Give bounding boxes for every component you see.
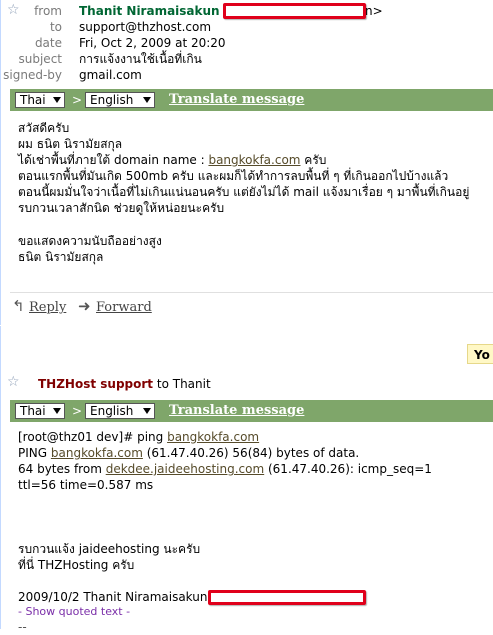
body-text: PING: [18, 446, 51, 460]
body-text: 64 bytes from: [18, 462, 106, 476]
signed-by-value: gmail.com: [79, 68, 142, 82]
date-label: date: [34, 36, 62, 50]
target-language-select[interactable]: English: [85, 92, 155, 108]
from-label: from: [34, 4, 62, 18]
body-text: ได้เช่าพื้นที่ภายใต้ domain name :: [18, 153, 209, 167]
body-line: ที่นี่ THZHosting ครับ: [18, 558, 135, 572]
to-value: support@thzhost.com: [79, 20, 212, 34]
header-signed-by: signed-by gmail.com: [1, 67, 493, 83]
body-line: รบกวนแจ้ง jaideehosting นะครับ: [18, 542, 201, 556]
body-line: ผม ธนิต นิรามัยสกุล: [18, 137, 123, 151]
message2-header: THZHost support to Thanit: [38, 376, 211, 392]
translate-arrow: >: [72, 404, 83, 418]
body-line: รบกวนเวลาสักนิด ช่วยดูให้หน่อยนะครับ: [18, 201, 225, 215]
header-subject: subject การแจ้งงานใช้เนื้อที่เกิน: [1, 51, 493, 67]
reply-button[interactable]: Reply: [29, 300, 66, 316]
body-line: 64 bytes from dekdee.jaideehosting.com (…: [18, 461, 432, 477]
show-quoted-text[interactable]: - Show quoted text -: [18, 604, 130, 620]
source-language-select[interactable]: Thai: [15, 92, 65, 108]
forward-icon[interactable]: ➜: [78, 299, 91, 314]
source-language-value: Thai: [20, 93, 46, 107]
message-gap: [0, 326, 493, 368]
subject-value: การแจ้งงานใช้เนื้อที่เกิน: [79, 52, 202, 66]
header-date: date Fri, Oct 2, 2009 at 20:20: [1, 35, 493, 51]
body-text: [root@thz01 dev]# ping: [18, 430, 168, 444]
subject-label: subject: [18, 52, 63, 66]
translate-message-link[interactable]: Translate message: [169, 91, 304, 109]
signed-by-label: signed-by: [3, 68, 62, 82]
body-line: ได้เช่าพื้นที่ภายใต้ domain name : bangk…: [18, 152, 326, 168]
translate-bar: Thai > English Translate message: [10, 89, 493, 111]
sender-name[interactable]: THZHost support: [38, 377, 153, 391]
body-text: ครับ: [300, 153, 327, 167]
header-to: to support@thzhost.com: [1, 19, 493, 35]
target-language-select[interactable]: English: [85, 403, 155, 419]
redaction-mark: [223, 3, 366, 19]
domain-link[interactable]: bangkokfa.com: [51, 446, 143, 460]
translate-bar: Thai > English Translate message: [10, 400, 493, 422]
translate-message-link[interactable]: Translate message: [169, 402, 304, 420]
recipient-summary: to Thanit: [156, 377, 211, 391]
message-actions: ↰ Reply ➜ Forward: [10, 292, 493, 321]
body-line: 2009/10/2 Thanit Niramaisakun <: [18, 589, 221, 605]
chevron-down-icon: [53, 97, 61, 103]
domain-link[interactable]: bangkokfa.com: [167, 430, 259, 444]
body-line: สวัสดีครับ: [18, 121, 70, 135]
tip-banner: Yo: [467, 344, 493, 364]
from-email-tail: n>: [365, 4, 383, 18]
body-text: (61.47.40.26): icmp_seq=1: [264, 462, 432, 476]
message-1: ☆ from Thanit Niramaisakun n> to support…: [0, 0, 493, 325]
body-text: (61.47.40.26) 56(84) bytes of data.: [142, 446, 360, 460]
signature-divider: --: [18, 620, 27, 634]
reply-icon[interactable]: ↰: [12, 299, 25, 314]
body-line: ตอนแรกพื้นที่มันเกิด 500mb ครับ และผมก็ไ…: [18, 169, 449, 183]
chevron-down-icon: [143, 408, 151, 414]
body-text: 2009/10/2 Thanit Niramaisakun <: [18, 590, 222, 604]
body-line: ขอแสดงความนับถืออย่างสูง: [18, 234, 162, 248]
translate-arrow: >: [72, 93, 83, 107]
source-language-value: Thai: [20, 404, 46, 418]
chevron-down-icon: [143, 97, 151, 103]
body-line: ธนิต นิรามัยสกุล: [18, 250, 104, 264]
body-line: PING bangkokfa.com (61.47.40.26) 56(84) …: [18, 445, 359, 461]
target-language-value: English: [90, 404, 134, 418]
body-line: ttl=56 time=0.587 ms: [18, 478, 154, 492]
forward-button[interactable]: Forward: [96, 300, 152, 316]
source-language-select[interactable]: Thai: [15, 403, 65, 419]
target-language-value: English: [90, 93, 134, 107]
star-icon[interactable]: ☆: [7, 375, 21, 389]
domain-link[interactable]: bangkokfa.com: [208, 153, 300, 167]
to-label: to: [49, 20, 62, 34]
date-value: Fri, Oct 2, 2009 at 20:20: [79, 36, 226, 50]
body-line: [root@thz01 dev]# ping bangkokfa.com: [18, 429, 259, 445]
host-link[interactable]: dekdee.jaideehosting.com: [106, 462, 264, 476]
chevron-down-icon: [53, 408, 61, 414]
message-2: ☆ THZHost support to Thanit Thai > Engli…: [0, 368, 493, 634]
sender-name[interactable]: Thanit Niramaisakun: [79, 3, 220, 19]
body-line: ตอนนี้ผมมั่นใจว่าเนื้อที่ไม่เกินแน่นอนคร…: [18, 185, 470, 199]
redaction-mark: [208, 590, 366, 605]
